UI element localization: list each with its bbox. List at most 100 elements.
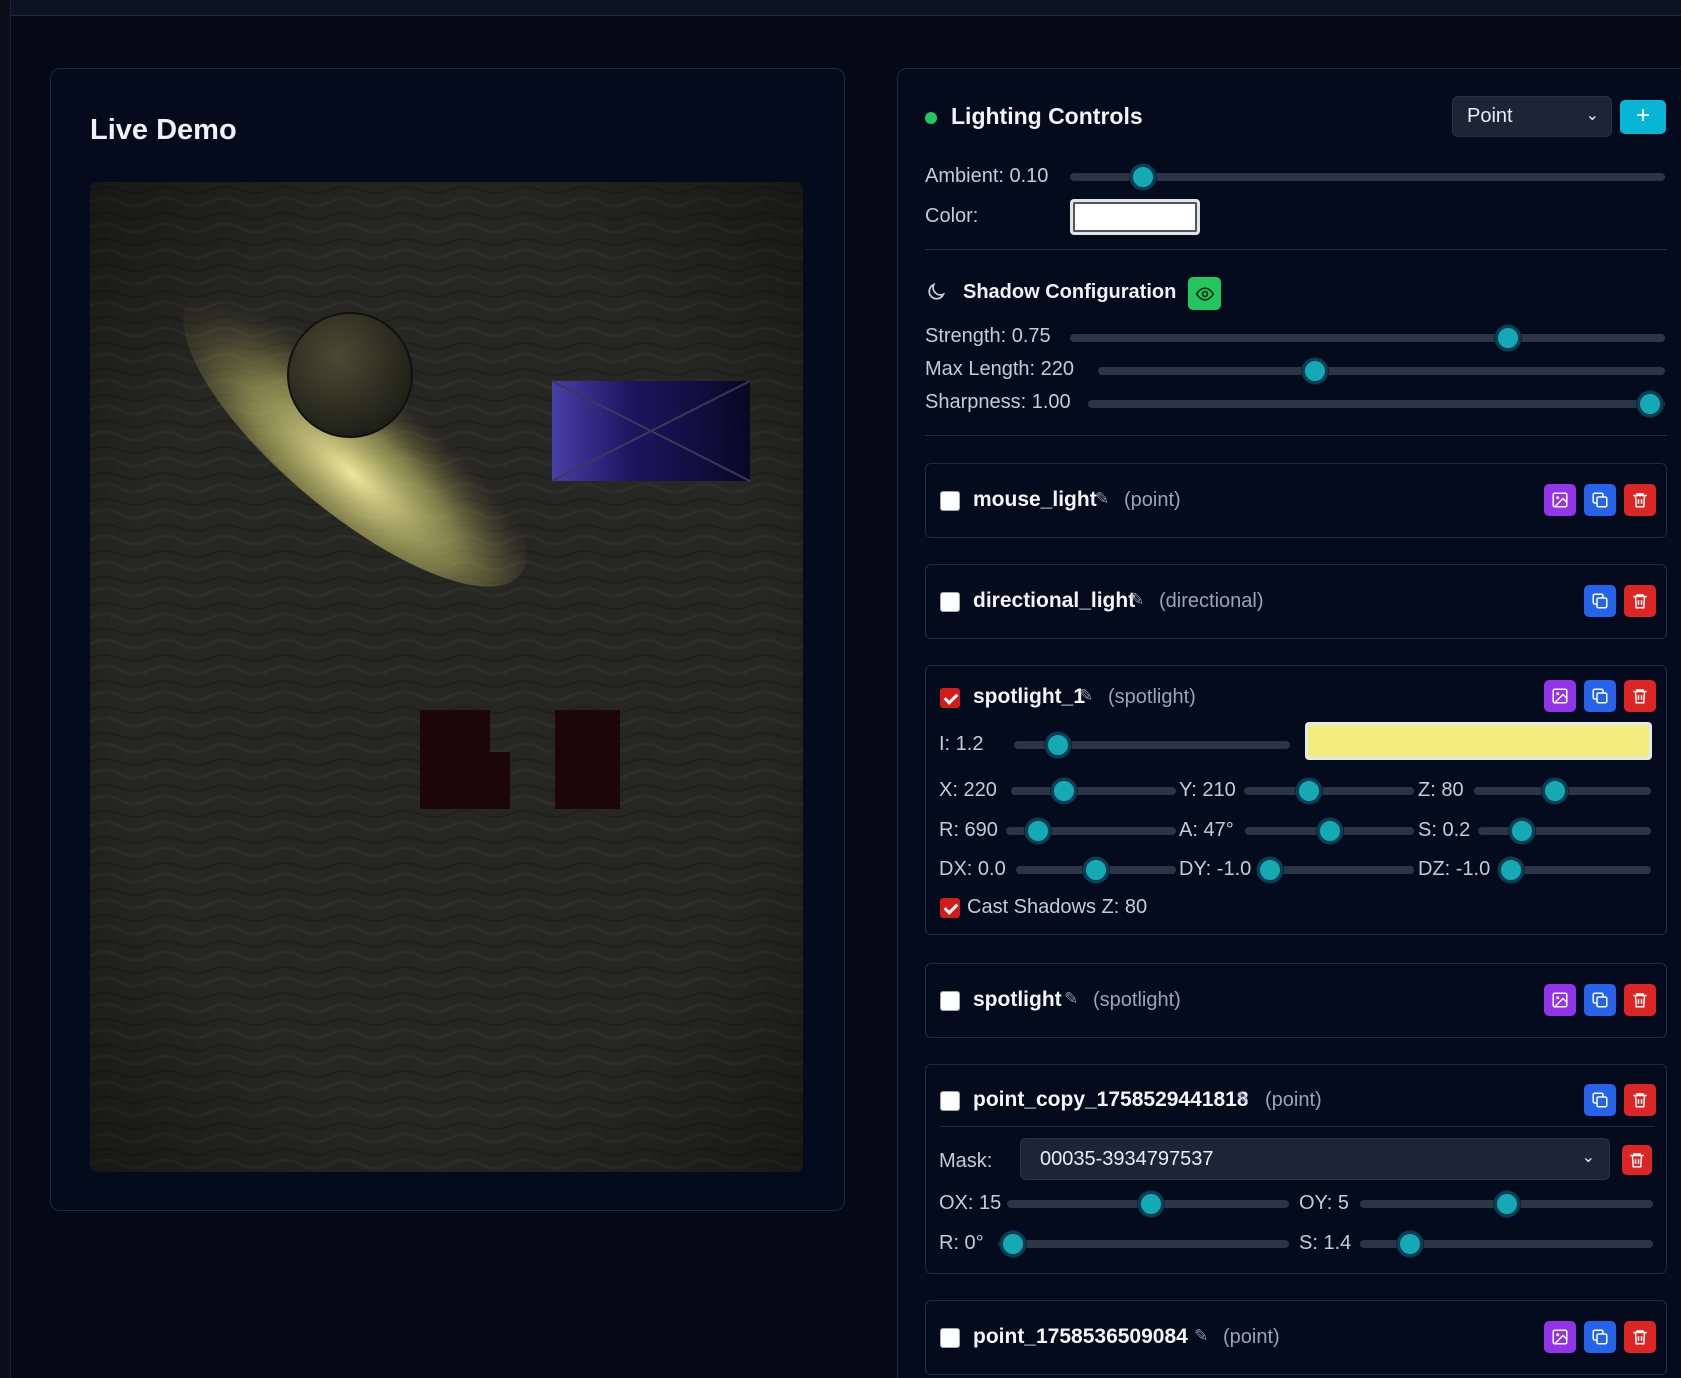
delete-light-button[interactable] <box>1624 984 1656 1016</box>
radius-slider[interactable] <box>1006 818 1176 844</box>
demo-canvas[interactable] <box>90 182 803 1172</box>
light-name: mouse_light <box>973 488 1097 511</box>
y-slider[interactable] <box>1244 778 1414 804</box>
mask-image-button[interactable] <box>1544 1321 1576 1353</box>
slider-thumb[interactable] <box>1397 1231 1423 1257</box>
delete-light-button[interactable] <box>1624 680 1656 712</box>
offset-y-label: OY: 5 <box>1299 1192 1350 1214</box>
offset-x-label: OX: 15 <box>939 1192 1002 1214</box>
mask-label: Mask: <box>939 1150 993 1172</box>
ambient-color-picker[interactable] <box>1070 199 1200 235</box>
slider-thumb[interactable] <box>1257 857 1283 883</box>
edit-pencil-icon[interactable]: ✎ <box>1079 686 1093 706</box>
light-enable-checkbox[interactable] <box>940 1091 960 1111</box>
softness-slider[interactable] <box>1478 818 1651 844</box>
divider <box>925 249 1667 250</box>
trash-icon <box>1633 1093 1647 1108</box>
rotation-slider[interactable] <box>998 1231 1289 1257</box>
cast-shadows-checkbox[interactable] <box>940 898 960 918</box>
slider-thumb[interactable] <box>1138 1191 1164 1217</box>
strength-slider[interactable] <box>1070 325 1665 351</box>
edit-pencil-icon[interactable]: ✎ <box>1064 989 1078 1009</box>
edit-pencil-icon[interactable]: ✎ <box>1236 1089 1250 1109</box>
duplicate-light-button[interactable] <box>1584 984 1616 1016</box>
offset-x-slider[interactable] <box>1007 1191 1289 1217</box>
slider-thumb[interactable] <box>1498 857 1524 883</box>
status-dot <box>925 112 937 124</box>
slider-thumb[interactable] <box>1317 818 1343 844</box>
max-length-label: Max Length: 220 <box>925 358 1074 380</box>
angle-slider[interactable] <box>1245 818 1414 844</box>
light-card-point-copy: point_copy_1758529441818 ✎ (point) Mask:… <box>925 1064 1667 1274</box>
scale-label: S: 1.4 <box>1299 1232 1352 1254</box>
copy-icon <box>1592 492 1608 508</box>
mask-image-button[interactable] <box>1544 984 1576 1016</box>
slider-thumb[interactable] <box>1495 325 1521 351</box>
trash-icon <box>1633 993 1647 1008</box>
duplicate-light-button[interactable] <box>1584 680 1616 712</box>
light-name: spotlight_1 <box>973 685 1086 708</box>
softness-label: S: 0.2 <box>1418 819 1471 841</box>
dy-slider[interactable] <box>1257 857 1414 883</box>
edit-pencil-icon[interactable]: ✎ <box>1095 489 1109 509</box>
delete-light-button[interactable] <box>1624 585 1656 617</box>
edit-pencil-icon[interactable]: ✎ <box>1130 590 1144 610</box>
light-color-picker[interactable] <box>1305 722 1652 760</box>
mask-select[interactable]: 00035-3934797537 ⌄ <box>1020 1138 1610 1180</box>
slider-thumb[interactable] <box>1130 164 1156 190</box>
offset-y-slider[interactable] <box>1360 1191 1653 1217</box>
x-slider[interactable] <box>1011 778 1176 804</box>
slider-thumb[interactable] <box>1494 1191 1520 1217</box>
ambient-slider[interactable] <box>1070 164 1665 190</box>
divider <box>940 1126 1654 1127</box>
delete-light-button[interactable] <box>1624 1321 1656 1353</box>
slider-thumb[interactable] <box>1542 778 1568 804</box>
light-name: point_1758536509084 <box>973 1325 1188 1348</box>
slider-thumb[interactable] <box>1302 358 1328 384</box>
dz-slider[interactable] <box>1498 857 1651 883</box>
light-type-value: Point <box>1467 105 1513 127</box>
mask-image-button[interactable] <box>1544 484 1576 516</box>
duplicate-light-button[interactable] <box>1584 484 1616 516</box>
slider-thumb[interactable] <box>1509 818 1535 844</box>
dx-slider[interactable] <box>1016 857 1176 883</box>
image-icon <box>1552 992 1568 1008</box>
add-light-button[interactable]: + <box>1620 100 1666 134</box>
mask-value: 00035-3934797537 <box>1040 1148 1214 1170</box>
light-enable-checkbox[interactable] <box>940 592 960 612</box>
light-enable-checkbox[interactable] <box>940 1328 960 1348</box>
left-edge <box>0 0 11 1378</box>
light-name: spotlight <box>973 988 1062 1011</box>
slider-thumb[interactable] <box>1637 391 1663 417</box>
color-label: Color: <box>925 205 979 227</box>
slider-thumb[interactable] <box>1296 778 1322 804</box>
light-type: (point) <box>1223 1326 1280 1348</box>
duplicate-light-button[interactable] <box>1584 585 1616 617</box>
mask-image-button[interactable] <box>1544 680 1576 712</box>
sharpness-slider[interactable] <box>1088 391 1665 417</box>
live-demo-title: Live Demo <box>90 114 237 146</box>
duplicate-light-button[interactable] <box>1584 1084 1616 1116</box>
slider-thumb[interactable] <box>1051 778 1077 804</box>
duplicate-light-button[interactable] <box>1584 1321 1616 1353</box>
delete-light-button[interactable] <box>1624 484 1656 516</box>
sharpness-label: Sharpness: 1.00 <box>925 391 1071 413</box>
delete-light-button[interactable] <box>1624 1084 1656 1116</box>
light-type-select[interactable]: Point ⌄ <box>1452 96 1612 137</box>
shadow-visibility-button[interactable] <box>1188 277 1221 310</box>
edit-pencil-icon[interactable]: ✎ <box>1194 1326 1208 1346</box>
slider-thumb[interactable] <box>1083 857 1109 883</box>
slider-thumb[interactable] <box>1045 732 1071 758</box>
remove-mask-button[interactable] <box>1622 1145 1652 1175</box>
z-slider[interactable] <box>1474 778 1651 804</box>
scale-slider[interactable] <box>1360 1231 1653 1257</box>
max-length-slider[interactable] <box>1098 358 1665 384</box>
cast-shadows-label: Cast Shadows Z: 80 <box>967 896 1148 918</box>
light-enable-checkbox[interactable] <box>940 491 960 511</box>
radius-label: R: 690 <box>939 819 998 841</box>
light-enable-checkbox[interactable] <box>940 991 960 1011</box>
light-enable-checkbox[interactable] <box>940 688 960 708</box>
intensity-slider[interactable] <box>1014 732 1290 758</box>
slider-thumb[interactable] <box>1000 1231 1026 1257</box>
slider-thumb[interactable] <box>1025 818 1051 844</box>
